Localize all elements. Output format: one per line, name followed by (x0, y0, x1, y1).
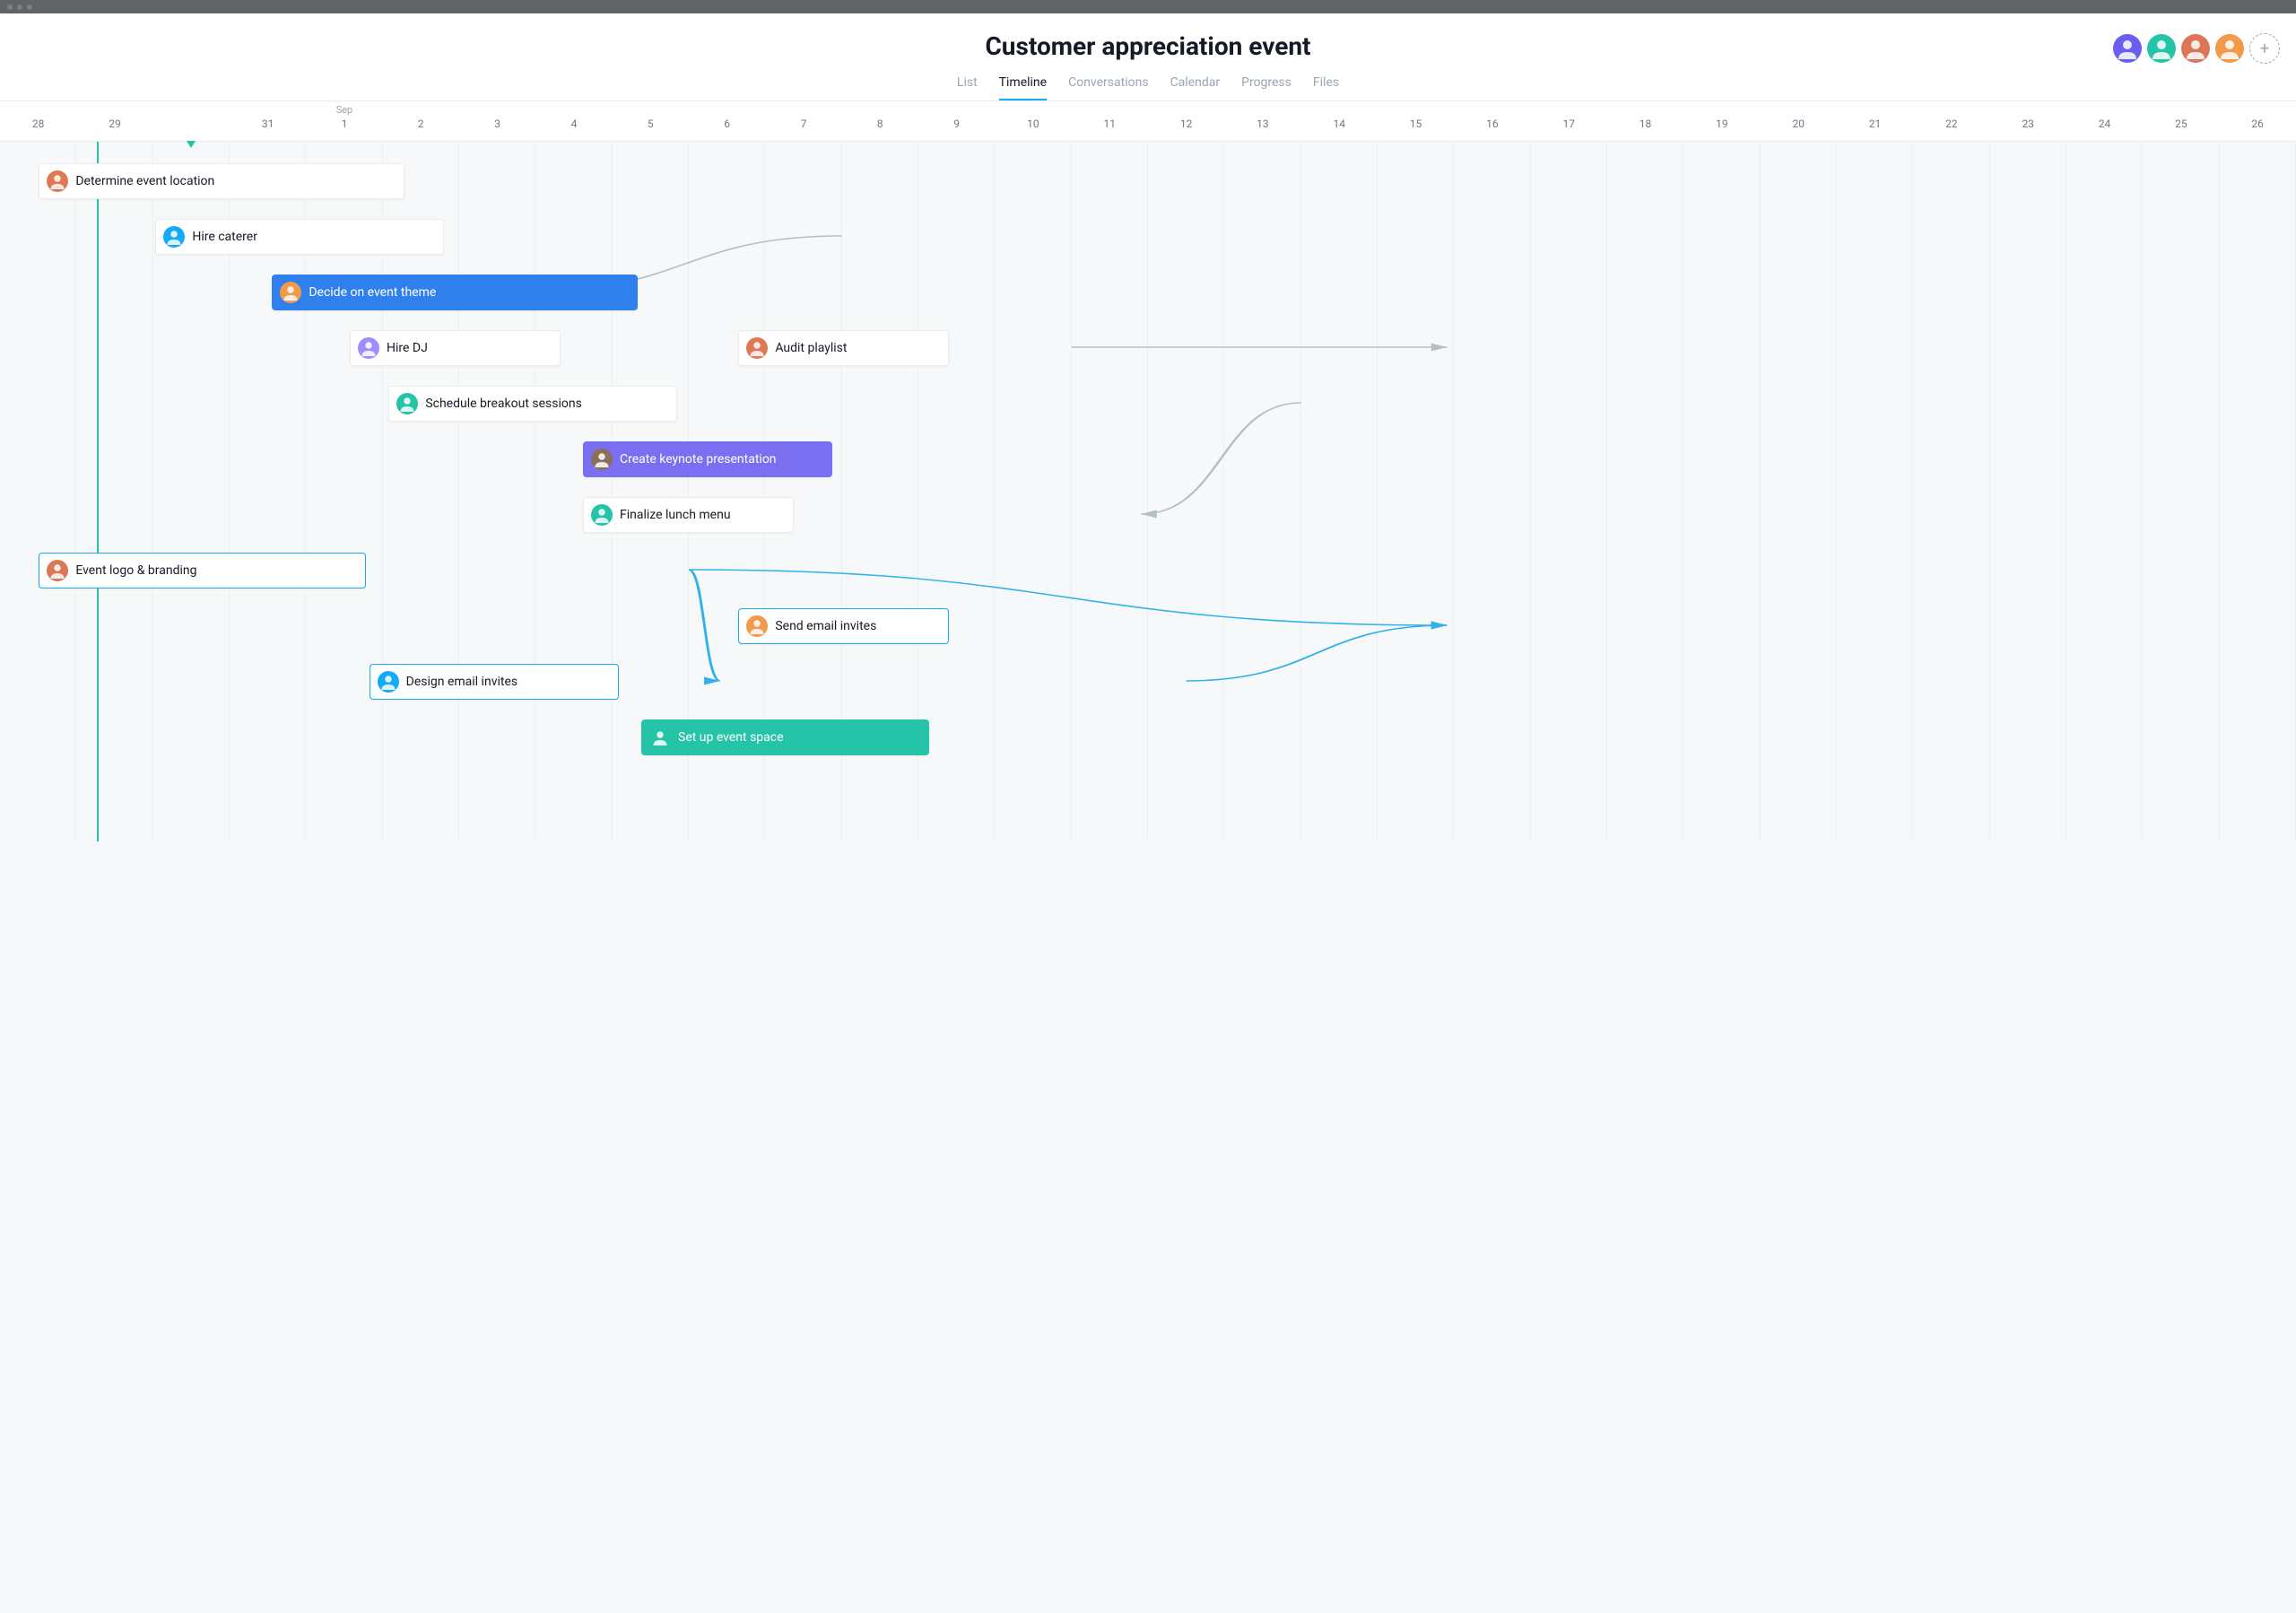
assignee-avatar (591, 504, 613, 526)
task-label: Send email invites (775, 619, 876, 633)
month-label: Sep (336, 104, 353, 116)
axis-day: 10 (995, 101, 1071, 141)
task-label: Audit playlist (775, 341, 847, 355)
task-label: Hire DJ (387, 341, 428, 355)
task-bar[interactable]: Audit playlist (738, 330, 949, 366)
axis-day: 31 (230, 101, 306, 141)
assignee-avatar (746, 337, 768, 359)
project-members: + (2113, 33, 2280, 64)
header: Customer appreciation event + List Timeli… (0, 13, 2296, 101)
task-bar[interactable]: Set up event space (641, 719, 929, 755)
task-label: Design email invites (406, 675, 517, 689)
axis-day: 20 (1761, 101, 1837, 141)
task-label: Decide on event theme (309, 285, 436, 300)
task-label: Create keynote presentation (620, 452, 777, 466)
task-label: Schedule breakout sessions (425, 397, 582, 411)
add-member-button[interactable]: + (2249, 33, 2280, 64)
today-indicator (97, 142, 99, 841)
tab-files[interactable]: Files (1313, 75, 1339, 100)
task-bar[interactable]: Create keynote presentation (583, 441, 832, 477)
axis-day: 21 (1837, 101, 1913, 141)
tab-conversations[interactable]: Conversations (1068, 75, 1148, 100)
member-avatar[interactable] (2147, 34, 2176, 63)
assignee-avatar (591, 449, 613, 470)
page-title: Customer appreciation event (0, 13, 2296, 61)
task-label: Set up event space (678, 730, 784, 745)
window-chrome (0, 0, 2296, 13)
tab-progress[interactable]: Progress (1241, 75, 1292, 100)
axis-day: 7 (765, 101, 841, 141)
tab-calendar[interactable]: Calendar (1170, 75, 1221, 100)
axis-day: 14 (1301, 101, 1378, 141)
axis-day: 26 (2220, 101, 2296, 141)
assignee-avatar (396, 393, 418, 414)
task-label: Hire caterer (192, 230, 257, 244)
task-bar[interactable]: Hire DJ (350, 330, 561, 366)
task-bar[interactable]: Design email invites (370, 664, 619, 700)
axis-day: 30 (153, 101, 230, 141)
axis-day: 2 (383, 101, 459, 141)
axis-day: 4 (535, 101, 612, 141)
axis-day: 28 (0, 101, 76, 141)
member-avatar[interactable] (2215, 34, 2244, 63)
axis-day: 9 (918, 101, 995, 141)
axis-day: 19 (1683, 101, 1760, 141)
view-tabs: List Timeline Conversations Calendar Progres… (0, 75, 2296, 100)
assignee-avatar (163, 226, 185, 248)
assignee-avatar (47, 560, 68, 581)
gantt-chart[interactable]: Determine event location Hire caterer Deci… (0, 142, 2296, 841)
axis-day: 22 (1913, 101, 1989, 141)
axis-day: 23 (1990, 101, 2066, 141)
axis-day: 11 (1072, 101, 1148, 141)
tab-timeline[interactable]: Timeline (999, 75, 1047, 100)
axis-day: 12 (1148, 101, 1224, 141)
tab-list[interactable]: List (957, 75, 978, 100)
assignee-avatar (746, 615, 768, 637)
task-label: Determine event location (75, 174, 214, 188)
task-label: Finalize lunch menu (620, 508, 731, 522)
task-label: Event logo & branding (75, 563, 196, 578)
task-bar[interactable]: Send email invites (738, 608, 949, 644)
assignee-avatar (649, 727, 671, 748)
assignee-avatar (378, 671, 399, 693)
timeline-axis: 282930311Sep2345678910111213141516171819… (0, 101, 2296, 142)
task-bar[interactable]: Event logo & branding (39, 553, 366, 589)
axis-day: 3 (459, 101, 535, 141)
axis-day: 25 (2143, 101, 2219, 141)
task-bar[interactable]: Finalize lunch menu (583, 497, 794, 533)
axis-day: 17 (1531, 101, 1607, 141)
axis-day: 24 (2066, 101, 2143, 141)
task-bar[interactable]: Schedule breakout sessions (388, 386, 676, 422)
task-bar[interactable]: Decide on event theme (272, 275, 638, 310)
axis-day: 1Sep (306, 101, 382, 141)
member-avatar[interactable] (2113, 34, 2142, 63)
member-avatar[interactable] (2181, 34, 2210, 63)
axis-day: 16 (1454, 101, 1530, 141)
axis-day: 8 (842, 101, 918, 141)
axis-day: 6 (689, 101, 765, 141)
assignee-avatar (280, 282, 301, 303)
assignee-avatar (358, 337, 379, 359)
axis-day: 5 (613, 101, 689, 141)
axis-day: 29 (76, 101, 152, 141)
axis-day: 15 (1378, 101, 1454, 141)
assignee-avatar (47, 170, 68, 192)
axis-day: 13 (1224, 101, 1300, 141)
task-bar[interactable]: Hire caterer (155, 219, 443, 255)
task-bar[interactable]: Determine event location (39, 163, 404, 199)
axis-day: 18 (1607, 101, 1683, 141)
